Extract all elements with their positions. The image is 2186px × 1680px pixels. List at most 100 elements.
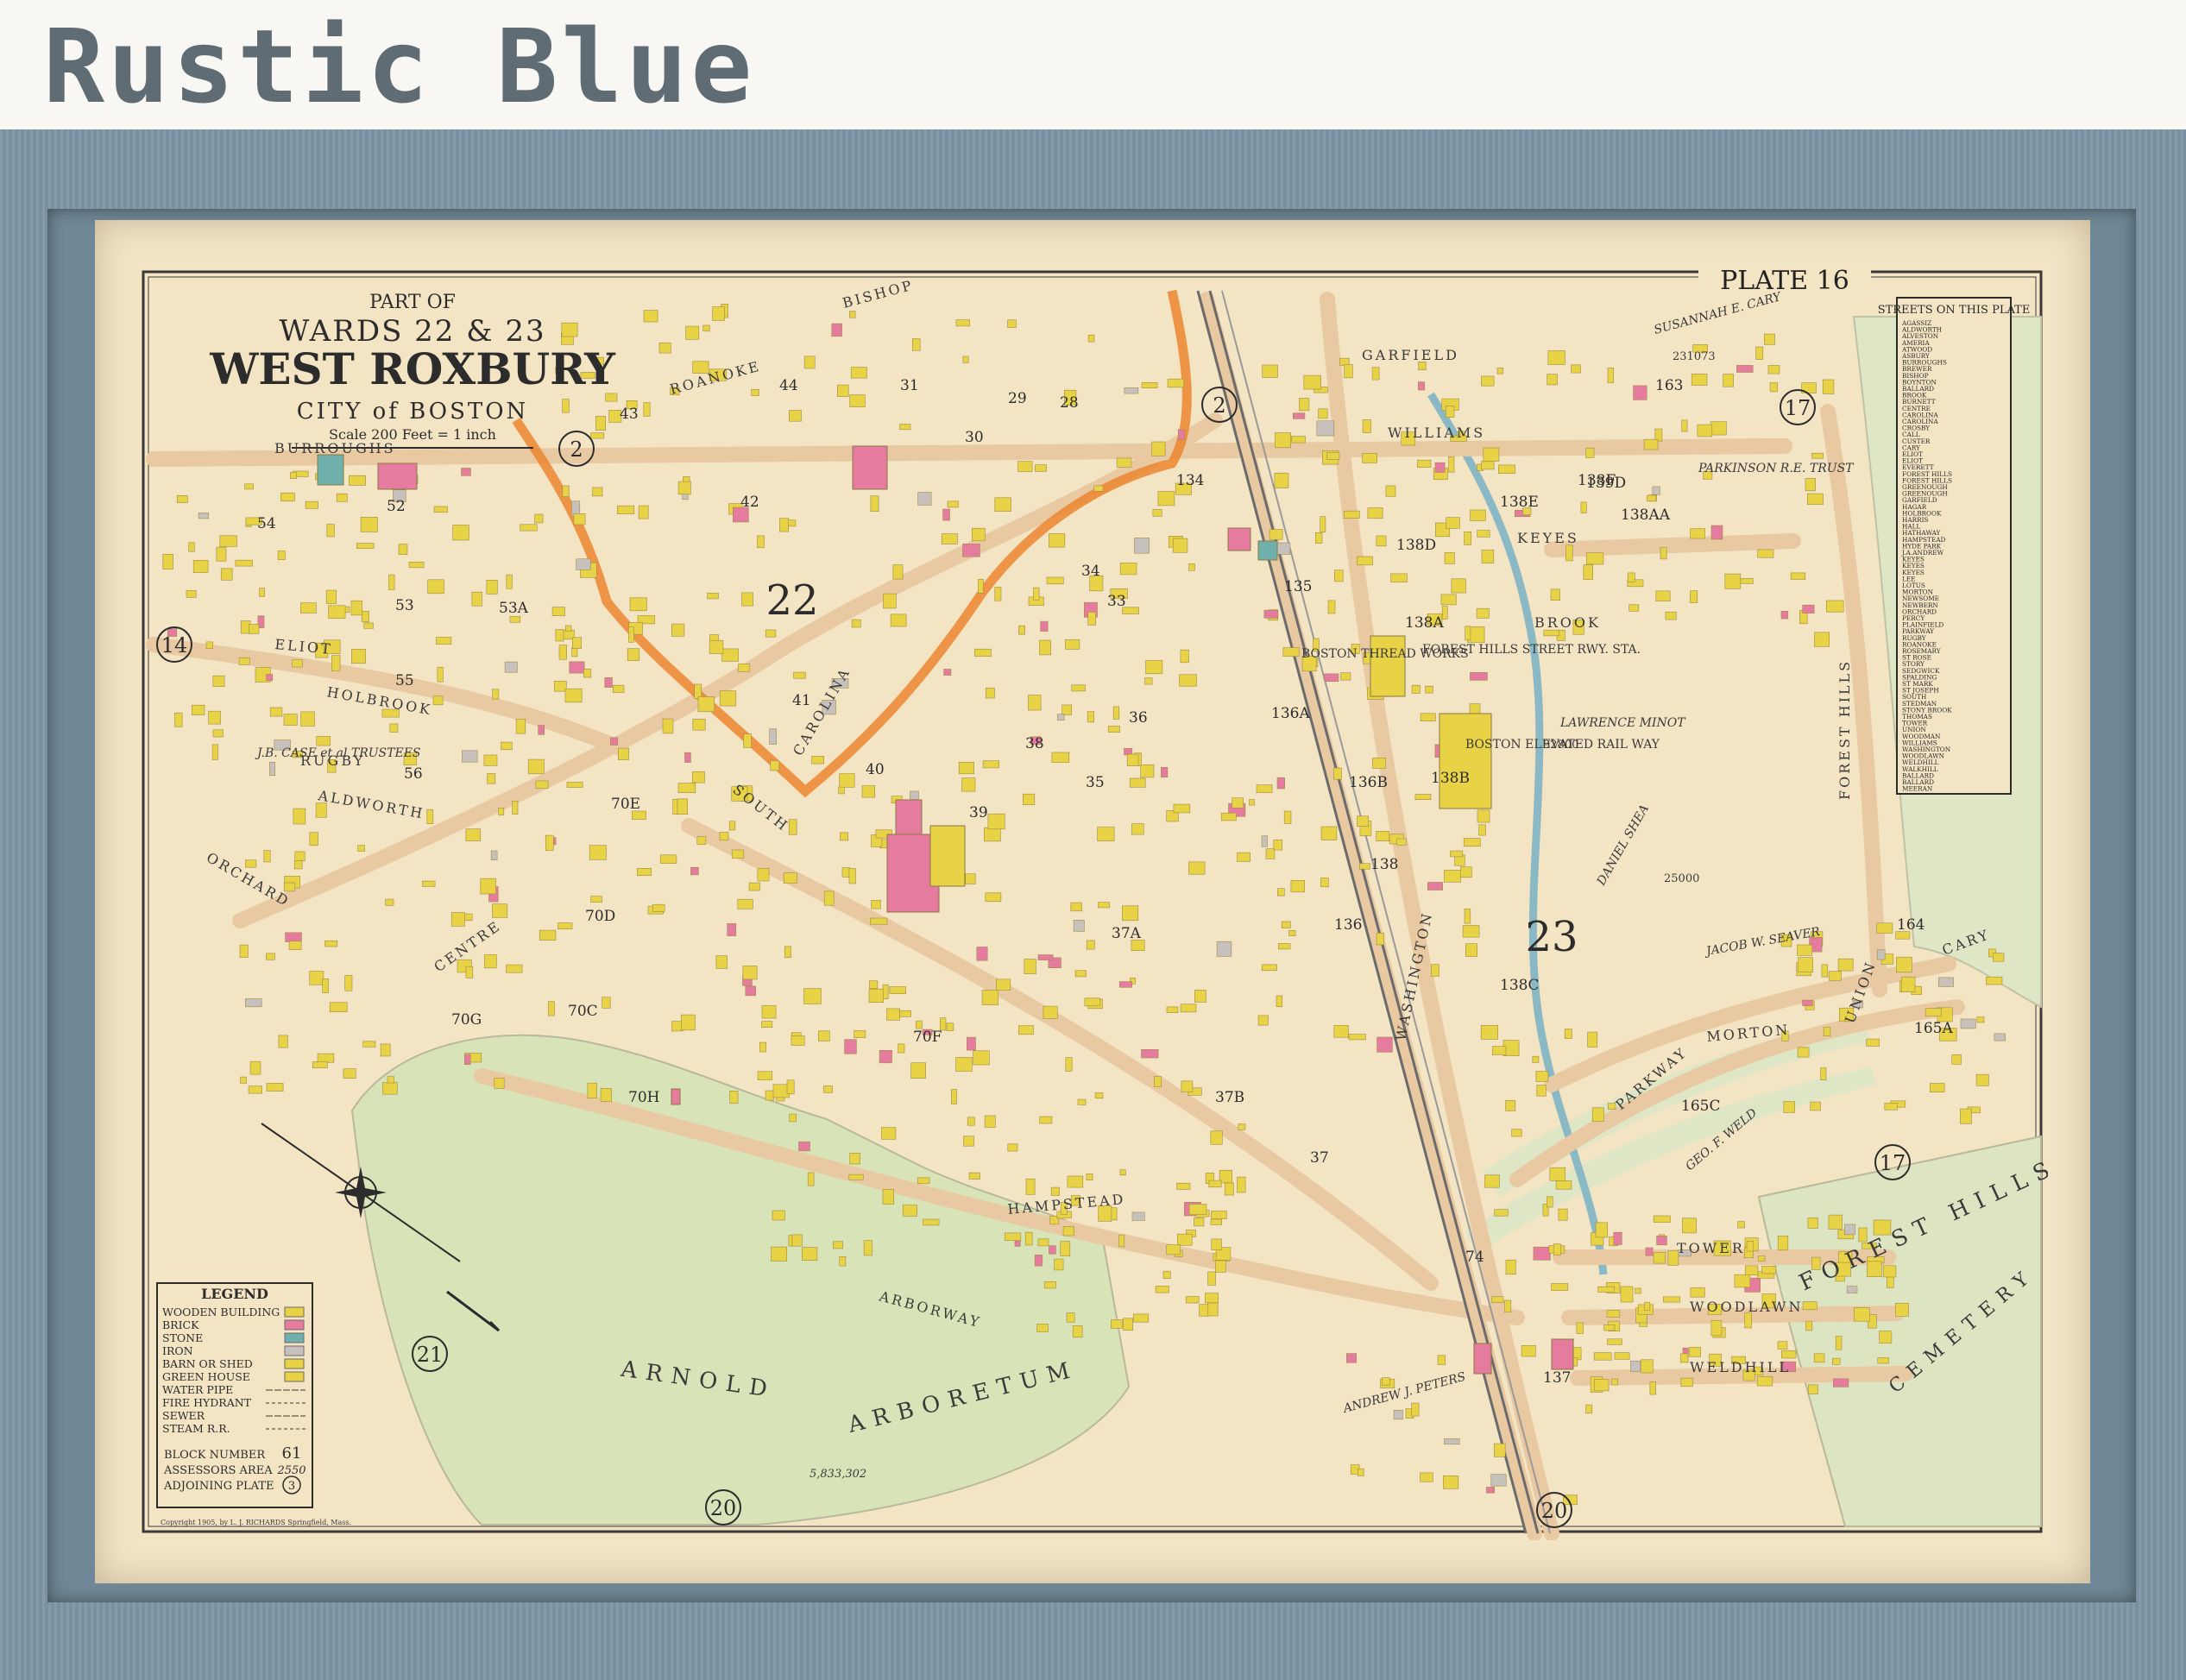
copyright: Copyright 1905, by L. J. RICHARDS Spring… (161, 1519, 351, 1526)
building-footprint (902, 1205, 917, 1217)
building-footprint (1050, 1186, 1060, 1196)
building-footprint (220, 568, 233, 581)
building-footprint (465, 966, 474, 978)
building-footprint (1320, 826, 1338, 840)
building-footprint (1141, 382, 1158, 388)
building-footprint (212, 729, 224, 738)
building-footprint (1587, 1031, 1598, 1048)
building-footprint (1086, 940, 1095, 950)
building-footprint (1820, 1067, 1827, 1080)
building-footprint (205, 641, 213, 649)
building-footprint (604, 677, 613, 688)
building-footprint (1237, 852, 1250, 862)
building-footprint (1854, 1307, 1870, 1322)
building-footprint (738, 664, 751, 672)
building-footprint (504, 661, 518, 673)
building-footprint (509, 616, 521, 623)
building-footprint (480, 878, 496, 895)
building-footprint (471, 591, 482, 607)
block-number: 28 (1060, 394, 1079, 412)
building-footprint (1024, 959, 1036, 975)
building-footprint (1316, 420, 1335, 437)
building-footprint (240, 1076, 247, 1084)
building-footprint (1993, 953, 2005, 962)
building-footprint (1157, 491, 1175, 507)
building-footprint (1606, 1310, 1621, 1318)
building-footprint (1543, 629, 1559, 637)
building-footprint (1071, 684, 1086, 692)
building-footprint (576, 558, 591, 570)
landmark-building (1473, 1343, 1492, 1375)
building-footprint (266, 674, 274, 682)
building-footprint (1007, 319, 1017, 328)
building-footprint (677, 798, 689, 815)
building-footprint (1367, 507, 1383, 519)
building-footprint (350, 600, 362, 616)
building-footprint (1691, 374, 1708, 386)
building-footprint (280, 492, 295, 502)
building-footprint (1334, 569, 1344, 582)
building-footprint (592, 487, 603, 497)
landmark-forest-hills-sta: FOREST HILLS STREET RWY. STA. (1422, 643, 1641, 657)
building-footprint (882, 1189, 894, 1205)
area-2: 25000 (1664, 872, 1699, 885)
building-footprint (1084, 997, 1100, 1007)
building-footprint (1745, 1265, 1759, 1276)
building-footprint (890, 613, 907, 627)
building-footprint (1876, 922, 1893, 934)
building-footprint (294, 851, 306, 862)
legend-swatch (284, 1371, 305, 1382)
building-footprint (266, 1082, 284, 1092)
building-footprint (248, 1085, 262, 1094)
building-footprint (1166, 1006, 1179, 1014)
building-footprint (427, 579, 444, 595)
building-footprint (1039, 1116, 1053, 1124)
building-footprint (269, 707, 283, 717)
building-footprint (336, 493, 348, 502)
building-footprint (899, 1010, 911, 1017)
landmark-building (671, 1088, 681, 1105)
building-footprint (1035, 464, 1047, 472)
building-footprint (483, 754, 498, 766)
building-footprint (1444, 1438, 1460, 1445)
building-footprint (235, 559, 253, 567)
building-footprint (1481, 550, 1495, 563)
building-footprint (1710, 1320, 1723, 1337)
building-footprint (1630, 1360, 1641, 1372)
building-footprint (1049, 533, 1066, 548)
building-footprint (765, 629, 777, 638)
adjoining-plate-2b: 2 (1213, 393, 1225, 418)
landmark-building (1257, 540, 1278, 561)
building-footprint (1486, 1487, 1496, 1494)
building-footprint (587, 1082, 598, 1098)
building-footprint (452, 525, 469, 541)
building-footprint (778, 518, 789, 532)
building-footprint (1062, 704, 1072, 715)
streets-list-item: MEERAN (1902, 785, 1933, 793)
building-footprint (1647, 494, 1657, 502)
building-footprint (1224, 1182, 1234, 1196)
building-footprint (1098, 902, 1110, 909)
block-number: 70E (611, 796, 640, 813)
building-footprint (1417, 459, 1432, 468)
building-footprint (1326, 452, 1340, 460)
building-footprint (315, 802, 327, 818)
building-footprint (643, 310, 658, 323)
building-footprint (1780, 610, 1789, 620)
building-footprint (1167, 378, 1184, 388)
building-footprint (789, 1113, 797, 1123)
building-footprint (1446, 517, 1460, 529)
building-footprint (1807, 1218, 1818, 1229)
building-footprint (290, 472, 297, 479)
area-1: 92800 (1543, 739, 1578, 752)
building-footprint (1828, 971, 1842, 981)
header-bar: Rustic Blue (0, 0, 2186, 129)
building-footprint (569, 661, 585, 674)
building-footprint (1536, 1085, 1547, 1097)
building-footprint (1376, 1036, 1393, 1053)
building-footprint (1740, 577, 1754, 584)
building-footprint (923, 1218, 940, 1226)
building-footprint (1276, 777, 1285, 790)
building-footprint (1070, 902, 1082, 912)
building-footprint (1895, 1303, 1909, 1317)
